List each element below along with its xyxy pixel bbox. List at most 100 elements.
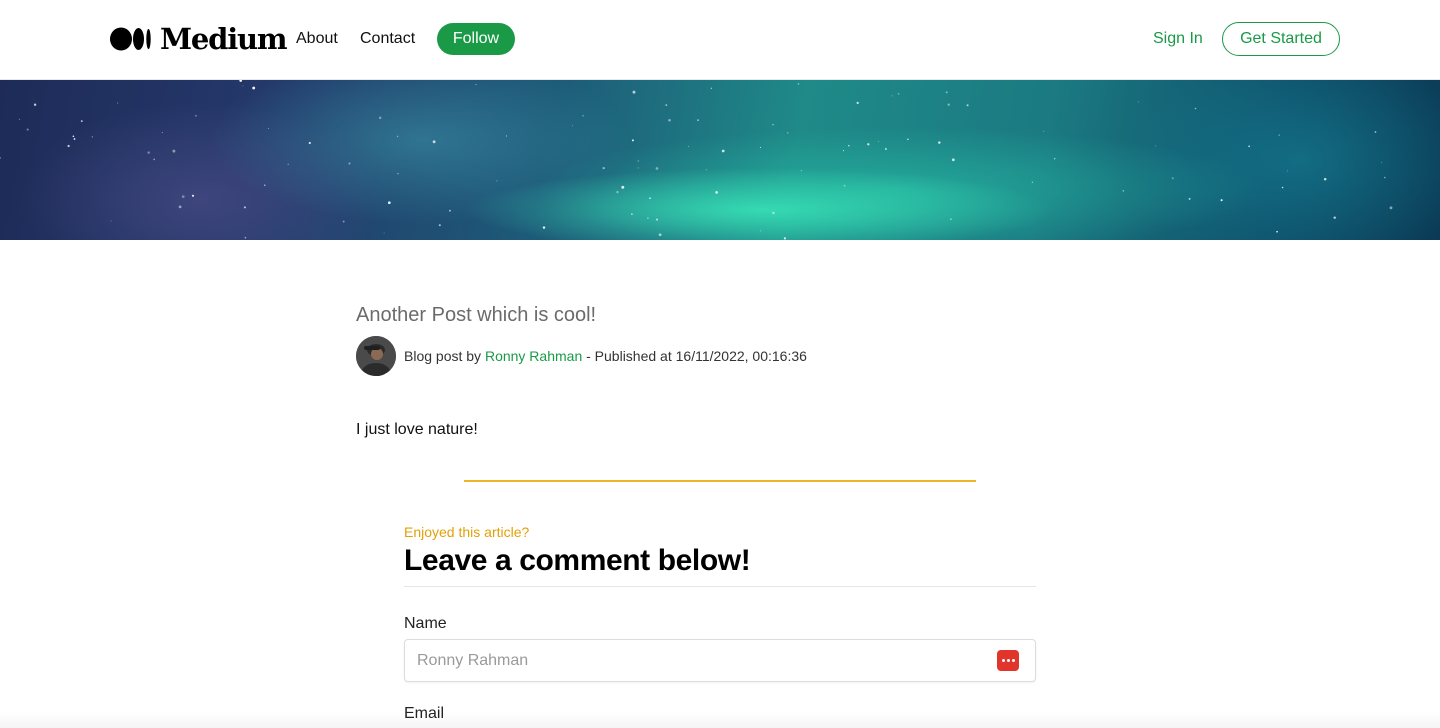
banner-star bbox=[432, 140, 436, 144]
banner-star bbox=[938, 141, 941, 144]
follow-button[interactable]: Follow bbox=[437, 23, 515, 55]
banner-star bbox=[1389, 206, 1393, 210]
banner-star bbox=[950, 218, 952, 220]
banner-star bbox=[342, 220, 345, 223]
banner-star bbox=[244, 236, 247, 239]
medium-logo-icon bbox=[110, 27, 152, 51]
post-banner-image bbox=[0, 80, 1440, 240]
banner-star bbox=[947, 103, 950, 106]
banner-star bbox=[1374, 131, 1377, 133]
password-manager-icon[interactable] bbox=[997, 650, 1019, 671]
banner-star bbox=[632, 90, 636, 94]
banner-star bbox=[387, 201, 391, 205]
banner-star bbox=[772, 123, 774, 126]
author-link[interactable]: Ronny Rahman bbox=[485, 348, 582, 364]
banner-star bbox=[647, 217, 649, 220]
banner-star bbox=[496, 180, 498, 182]
banner-star bbox=[621, 185, 625, 189]
post-title: Another Post which is cool! bbox=[356, 304, 597, 326]
banner-star bbox=[18, 118, 20, 120]
get-started-button[interactable]: Get Started bbox=[1222, 22, 1340, 56]
banner-star bbox=[33, 103, 37, 106]
banner-star bbox=[665, 104, 668, 107]
banner-star bbox=[759, 230, 761, 232]
banner-star bbox=[80, 120, 83, 123]
banner-star bbox=[252, 86, 256, 90]
banner-star bbox=[397, 173, 399, 175]
banner-star bbox=[178, 205, 182, 209]
banner-star bbox=[637, 167, 639, 169]
name-input[interactable] bbox=[404, 639, 1036, 682]
banner-star bbox=[1043, 130, 1045, 132]
banner-star bbox=[602, 166, 605, 170]
banner-star bbox=[687, 145, 689, 147]
section-divider bbox=[464, 480, 976, 482]
banner-star bbox=[721, 149, 725, 153]
banner-star bbox=[172, 149, 176, 153]
banner-star bbox=[668, 118, 671, 122]
banner-star bbox=[945, 91, 948, 94]
banner-star bbox=[1333, 216, 1336, 219]
banner-star bbox=[966, 104, 969, 107]
banner-star bbox=[907, 138, 909, 141]
banner-stars bbox=[0, 80, 1393, 240]
banner-star bbox=[91, 136, 93, 138]
heading-divider bbox=[404, 586, 1036, 587]
banner-star bbox=[73, 138, 76, 140]
author-avatar[interactable] bbox=[356, 336, 396, 376]
banner-star bbox=[242, 85, 244, 87]
email-label: Email bbox=[404, 705, 445, 722]
banner-star bbox=[72, 135, 75, 138]
banner-star bbox=[631, 213, 633, 216]
banner-star bbox=[117, 102, 119, 104]
banner-star bbox=[705, 169, 707, 171]
banner-star bbox=[147, 151, 150, 154]
banner-star bbox=[884, 148, 887, 150]
banner-star bbox=[891, 95, 893, 97]
banner-star bbox=[1137, 101, 1139, 103]
banner-star bbox=[1155, 145, 1157, 147]
banner-star bbox=[710, 87, 713, 90]
banner-star bbox=[897, 92, 900, 95]
banner-star bbox=[542, 226, 546, 229]
medium-logo[interactable]: Medium bbox=[110, 22, 288, 56]
banner-star bbox=[475, 83, 477, 85]
banner-star bbox=[267, 128, 269, 130]
banner-star bbox=[800, 170, 802, 172]
nav-about-link[interactable]: About bbox=[296, 29, 338, 49]
banner-star bbox=[396, 135, 399, 138]
banner-star bbox=[783, 237, 787, 240]
logo-wordmark: Medium bbox=[160, 22, 288, 56]
banner-star bbox=[1384, 176, 1386, 179]
banner-star bbox=[438, 224, 441, 227]
banner-star bbox=[843, 184, 846, 187]
banner-star bbox=[243, 206, 246, 209]
banner-star bbox=[637, 160, 639, 162]
banner-star bbox=[181, 195, 185, 198]
banner-star bbox=[1188, 197, 1191, 200]
banner-star bbox=[308, 141, 311, 145]
banner-star bbox=[1220, 199, 1223, 202]
banner-star bbox=[867, 143, 870, 146]
meta-prefix: Blog post by bbox=[404, 348, 482, 364]
banner-star bbox=[195, 114, 197, 117]
banner-star bbox=[239, 80, 243, 82]
name-label: Name bbox=[404, 615, 447, 632]
banner-star bbox=[856, 101, 859, 105]
banner-star bbox=[772, 211, 775, 215]
post-meta: Blog post by Ronny Rahman - Published at… bbox=[404, 348, 807, 365]
banner-star bbox=[26, 128, 29, 131]
sign-in-link[interactable]: Sign In bbox=[1153, 29, 1203, 49]
banner-star bbox=[631, 139, 634, 142]
banner-star bbox=[383, 232, 385, 234]
banner-star bbox=[264, 184, 266, 186]
banner-star bbox=[787, 132, 789, 134]
comment-heading: Leave a comment below! bbox=[404, 544, 751, 577]
banner-star bbox=[572, 125, 573, 126]
scroll-fade bbox=[0, 712, 1440, 728]
banner-star bbox=[153, 158, 156, 161]
banner-star bbox=[348, 162, 351, 165]
nav-contact-link[interactable]: Contact bbox=[360, 29, 415, 49]
banner-star bbox=[878, 141, 880, 142]
banner-star bbox=[1276, 230, 1278, 233]
